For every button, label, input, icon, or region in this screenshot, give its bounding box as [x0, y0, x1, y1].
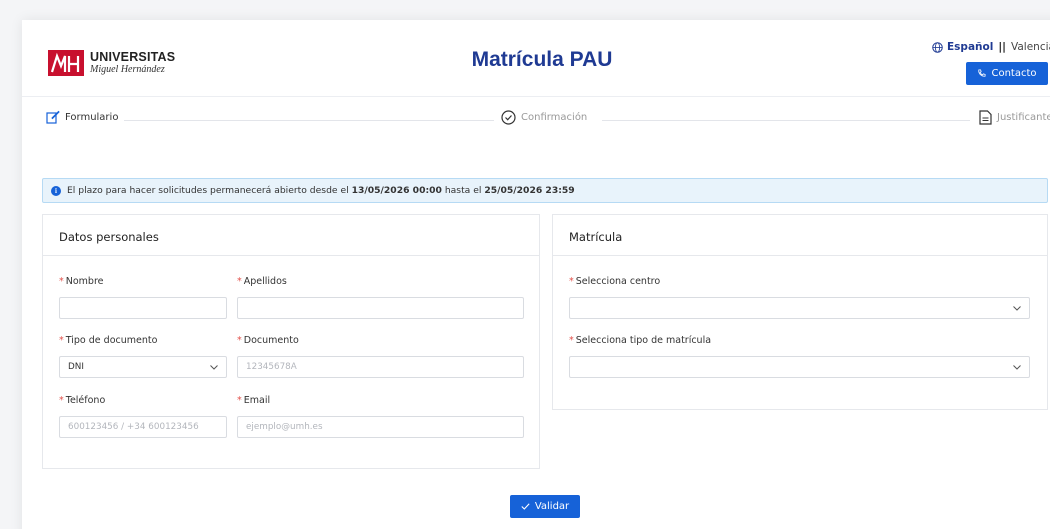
- required-mark: *: [569, 276, 574, 287]
- phone-icon: [978, 69, 986, 77]
- contact-button[interactable]: Contacto: [966, 62, 1048, 85]
- progress-steps: Formulario Confirmación Justificante: [40, 110, 1050, 130]
- email-field: * Email ejemplo@umh.es: [237, 395, 524, 438]
- apellidos-field: * Apellidos: [237, 276, 524, 319]
- header-divider: [22, 96, 1050, 97]
- telefono-placeholder: 600123456 / +34 600123456: [68, 422, 199, 432]
- deadline-info-alert: i El plazo para hacer solicitudes perman…: [42, 178, 1048, 203]
- centro-label: Selecciona centro: [575, 276, 661, 287]
- info-end-date: 25/05/2026 23:59: [484, 185, 575, 196]
- required-mark: *: [59, 395, 64, 406]
- step-confirmacion: Confirmación: [495, 110, 594, 125]
- email-placeholder: ejemplo@umh.es: [246, 422, 323, 432]
- tipo-documento-field: * Tipo de documento DNI: [59, 335, 227, 378]
- email-label: Email: [243, 395, 271, 406]
- step-label: Justificante: [997, 112, 1050, 123]
- centro-field: * Selecciona centro: [569, 276, 1030, 319]
- personal-data-panel: Datos personales * Nombre * Apellidos * Tip…: [42, 214, 540, 469]
- step-formulario: Formulario: [40, 110, 125, 124]
- validate-label: Validar: [534, 501, 570, 512]
- lang-separator: ||: [998, 41, 1006, 53]
- tipo-documento-label: Tipo de documento: [65, 335, 158, 346]
- tipo-matricula-label: Selecciona tipo de matrícula: [575, 335, 712, 346]
- chevron-down-icon: [210, 364, 218, 370]
- required-mark: *: [237, 335, 242, 346]
- apellidos-input[interactable]: [237, 297, 524, 319]
- tipo-matricula-field: * Selecciona tipo de matrícula: [569, 335, 1030, 378]
- lang-valencia[interactable]: Valencià: [1011, 41, 1050, 53]
- centro-select[interactable]: [569, 297, 1030, 319]
- panel-title: Matrícula: [553, 215, 1047, 256]
- globe-icon: [932, 41, 943, 53]
- step-connector: [116, 120, 494, 121]
- document-icon: [979, 110, 992, 125]
- email-input[interactable]: ejemplo@umh.es: [237, 416, 524, 438]
- required-mark: *: [59, 276, 64, 287]
- nombre-input[interactable]: [59, 297, 227, 319]
- nombre-label: Nombre: [65, 276, 104, 287]
- apellidos-label: Apellidos: [243, 276, 287, 287]
- info-text: El plazo para hacer solicitudes permanec…: [67, 185, 349, 196]
- chevron-down-icon: [1013, 364, 1021, 370]
- nombre-field: * Nombre: [59, 276, 227, 319]
- step-label: Formulario: [65, 111, 119, 123]
- required-mark: *: [237, 395, 242, 406]
- documento-label: Documento: [243, 335, 299, 346]
- step-justificante: Justificante: [973, 110, 1050, 125]
- tipo-documento-select[interactable]: DNI: [59, 356, 227, 378]
- info-text-mid: hasta el: [444, 185, 482, 196]
- required-mark: *: [569, 335, 574, 346]
- info-start-date: 13/05/2026 00:00: [351, 185, 442, 196]
- documento-placeholder: 12345678A: [246, 362, 297, 372]
- tipo-documento-value: DNI: [68, 362, 84, 372]
- tipo-matricula-select[interactable]: [569, 356, 1030, 378]
- documento-field: * Documento 12345678A: [237, 335, 524, 378]
- step-connector: [602, 120, 970, 121]
- check-circle-icon: [501, 110, 516, 125]
- page-title: Matrícula PAU: [471, 48, 613, 71]
- page-card: UNIVERSITAS Miguel Hernández Matrícula P…: [22, 20, 1050, 529]
- required-mark: *: [237, 276, 242, 287]
- info-icon: i: [51, 185, 61, 196]
- telefono-label: Teléfono: [65, 395, 106, 406]
- contact-label: Contacto: [991, 68, 1037, 79]
- validate-button[interactable]: Validar: [510, 495, 580, 518]
- telefono-input[interactable]: 600123456 / +34 600123456: [59, 416, 227, 438]
- step-label: Confirmación: [521, 112, 588, 123]
- edit-icon: [46, 110, 60, 124]
- language-switcher: Español || Valencià: [932, 41, 1050, 53]
- required-mark: *: [59, 335, 64, 346]
- matricula-panel: Matrícula * Selecciona centro * Selecciona…: [552, 214, 1048, 410]
- chevron-down-icon: [1013, 305, 1021, 311]
- panel-title: Datos personales: [43, 215, 539, 256]
- check-icon: [521, 503, 530, 510]
- documento-input[interactable]: 12345678A: [237, 356, 524, 378]
- lang-espanol[interactable]: Español: [947, 41, 993, 53]
- telefono-field: * Teléfono 600123456 / +34 600123456: [59, 395, 227, 438]
